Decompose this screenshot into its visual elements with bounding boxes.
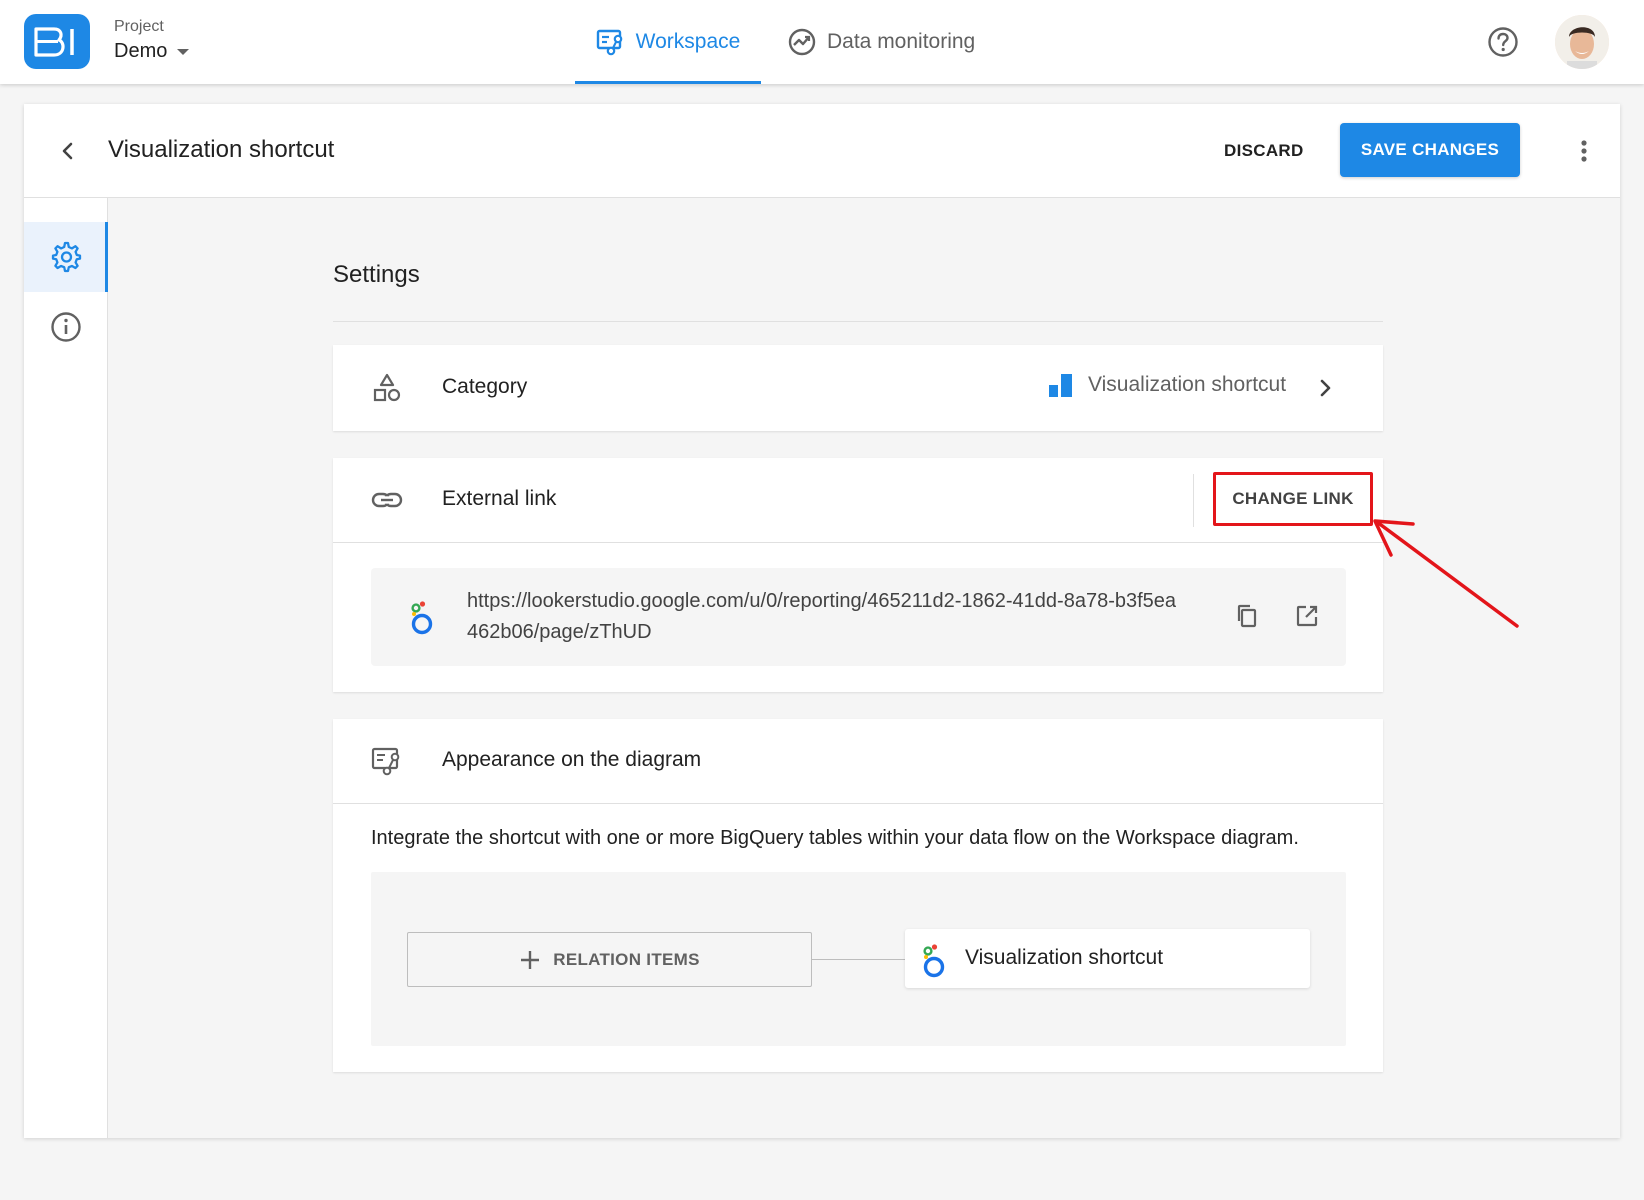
- active-tab-indicator: [575, 81, 761, 84]
- workspace-icon: [596, 29, 622, 56]
- page-title: Visualization shortcut: [108, 136, 335, 163]
- appearance-description: Integrate the shortcut with one or more …: [371, 827, 1299, 849]
- external-link-label: External link: [442, 487, 557, 510]
- copy-icon: [1237, 604, 1257, 628]
- shapes-icon: [371, 372, 403, 404]
- user-avatar[interactable]: [1555, 15, 1609, 69]
- tab-workspace-label: Workspace: [635, 30, 741, 53]
- category-label: Category: [442, 375, 528, 398]
- caret-down-icon: [177, 49, 190, 55]
- category-value-text: Visualization shortcut: [1088, 373, 1287, 396]
- back-button[interactable]: [54, 137, 82, 165]
- appearance-label: Appearance on the diagram: [442, 748, 702, 771]
- looker-studio-icon: [409, 599, 437, 635]
- link-icon: [371, 484, 403, 516]
- tab-data-monitoring[interactable]: Data monitoring: [787, 0, 975, 84]
- external-link-header: External link CHANGE LINK: [333, 458, 1383, 543]
- category-panel[interactable]: Category Visualization shortcut: [333, 345, 1383, 431]
- help-icon: [1488, 27, 1518, 57]
- open-in-new-icon: [1296, 605, 1318, 627]
- help-button[interactable]: [1487, 26, 1519, 58]
- category-open-button[interactable]: [1311, 374, 1339, 402]
- looker-studio-node-icon: [921, 942, 949, 978]
- header-divider: [1193, 474, 1194, 527]
- visualization-node-label: Visualization shortcut: [965, 946, 1164, 969]
- relation-connector: [812, 959, 905, 960]
- side-rail: [24, 198, 108, 1138]
- gear-icon: [51, 241, 81, 273]
- tab-data-monitoring-label: Data monitoring: [827, 30, 976, 53]
- external-link-url: https://lookerstudio.google.com/u/0/repo…: [467, 590, 1177, 643]
- bar-chart-icon: [1049, 374, 1072, 397]
- change-link-button[interactable]: CHANGE LINK: [1213, 472, 1373, 526]
- top-bar: Project Demo Workspace Data monitoring: [0, 0, 1644, 84]
- appearance-header: Appearance on the diagram: [333, 719, 1383, 804]
- more-vert-icon: [1581, 140, 1587, 162]
- visualization-node: Visualization shortcut: [905, 929, 1310, 988]
- category-value[interactable]: Visualization shortcut: [1048, 372, 1286, 398]
- relation-items-label: RELATION ITEMS: [553, 949, 700, 969]
- rail-item-settings[interactable]: [24, 222, 108, 292]
- tab-workspace[interactable]: Workspace: [575, 0, 761, 84]
- annotation-arrow-icon: [1373, 519, 1519, 628]
- project-name: Demo: [114, 40, 168, 62]
- add-relation-items-button[interactable]: RELATION ITEMS: [407, 932, 812, 987]
- discard-button[interactable]: DISCARD: [1224, 133, 1304, 169]
- diagram-icon: [371, 745, 403, 777]
- copy-url-button[interactable]: [1233, 602, 1261, 630]
- chevron-left-icon: [62, 142, 73, 160]
- more-options-button[interactable]: [1570, 137, 1598, 165]
- appearance-panel: Appearance on the diagram Integrate the …: [333, 719, 1383, 1072]
- info-icon: [51, 312, 81, 342]
- project-label: Project: [114, 18, 164, 35]
- diagram-preview: RELATION ITEMS Visualization shortcut: [371, 872, 1346, 1046]
- app-logo[interactable]: [24, 14, 90, 69]
- chevron-right-icon: [1320, 379, 1331, 397]
- save-changes-button[interactable]: SAVE CHANGES: [1340, 123, 1520, 177]
- project-name-row[interactable]: Demo: [114, 37, 190, 65]
- bi-logo-icon: [34, 26, 74, 57]
- plus-icon: [521, 950, 540, 969]
- rail-item-info[interactable]: [24, 292, 108, 362]
- open-url-button[interactable]: [1293, 602, 1321, 630]
- monitoring-icon: [788, 28, 816, 56]
- external-link-panel: External link CHANGE LINK https://looker…: [333, 458, 1383, 692]
- settings-heading: Settings: [333, 261, 1383, 322]
- project-selector[interactable]: Project Demo: [114, 17, 190, 65]
- card-header: Visualization shortcut DISCARD SAVE CHAN…: [24, 104, 1620, 198]
- url-box: https://lookerstudio.google.com/u/0/repo…: [371, 568, 1346, 666]
- avatar-image: [1555, 15, 1609, 69]
